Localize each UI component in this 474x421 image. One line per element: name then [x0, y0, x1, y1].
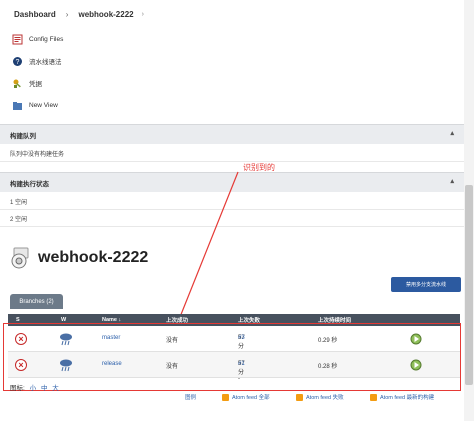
project-header: webhook-2222: [10, 247, 148, 269]
project-title: webhook-2222: [38, 249, 149, 266]
icon-size-large[interactable]: 大: [52, 385, 59, 392]
tab-branches[interactable]: Branches (2): [10, 294, 63, 309]
feed-label: Atom feed 最新的构建: [380, 395, 435, 401]
atom-feed-latest[interactable]: Atom feed 最新的构建: [370, 393, 434, 401]
multibranch-project-icon: [10, 247, 32, 269]
rss-icon: [370, 393, 377, 401]
rss-icon: [296, 393, 303, 401]
icon-size-small[interactable]: 小: [30, 385, 37, 392]
icon-size-medium[interactable]: 中: [41, 385, 48, 392]
icon-size-selector: 图标: 小 中 大: [10, 382, 59, 392]
legend-link[interactable]: 图例: [185, 393, 196, 401]
highlight-box: [3, 323, 461, 391]
feed-label: Atom feed 失败: [306, 395, 344, 401]
feed-label: Atom feed 全部: [232, 395, 270, 401]
icon-size-label: 图标:: [10, 385, 25, 392]
atom-feed-all[interactable]: Atom feed 全部: [222, 393, 270, 401]
rss-icon: [222, 393, 229, 401]
atom-feed-failures[interactable]: Atom feed 失败: [296, 393, 344, 401]
disable-multibranch-button[interactable]: 禁用多分支流水线: [391, 277, 461, 292]
